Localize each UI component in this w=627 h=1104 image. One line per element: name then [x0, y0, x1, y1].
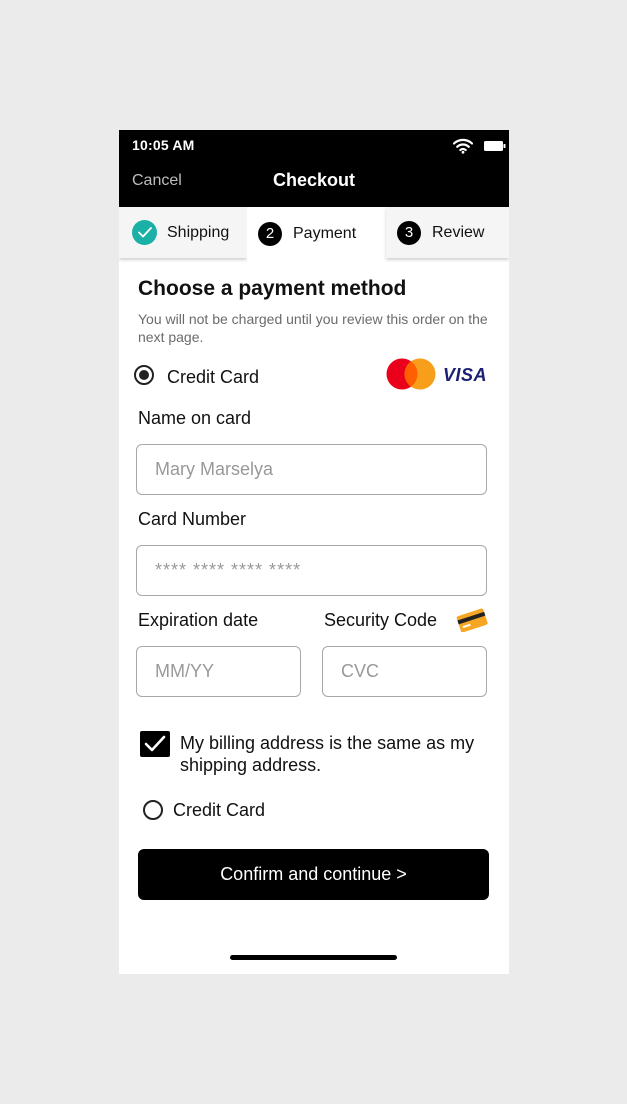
- billing-same-checkbox[interactable]: [140, 731, 170, 757]
- step-label: Shipping: [167, 223, 230, 241]
- check-icon: [144, 735, 166, 752]
- credit-card-radio[interactable]: [134, 365, 154, 385]
- security-code-label: Security Code: [324, 610, 438, 630]
- mastercard-logo-icon: [386, 358, 436, 390]
- step-shipping[interactable]: Shipping: [119, 207, 247, 258]
- home-indicator: [230, 955, 397, 960]
- billing-same-label[interactable]: My billing address is the same as my shi…: [180, 732, 490, 776]
- section-subtext: You will not be charged until you review…: [138, 311, 488, 345]
- visa-logo: VISA: [443, 365, 488, 385]
- name-on-card-input[interactable]: [136, 444, 487, 495]
- security-code-input[interactable]: [322, 646, 487, 697]
- card-number-label: Card Number: [138, 509, 247, 529]
- credit-card-radio-label[interactable]: Credit Card: [167, 367, 259, 388]
- alt-credit-card-radio-label[interactable]: Credit Card: [173, 800, 265, 821]
- wifi-icon: [453, 138, 473, 154]
- step-number: 2: [258, 221, 282, 246]
- name-on-card-label: Name on card: [138, 408, 252, 428]
- phone-screen: 10:05 AM Cancel Checkout Shipping 2 Paym…: [119, 130, 509, 974]
- credit-card-icon: [456, 608, 488, 632]
- page-title: Checkout: [272, 170, 355, 190]
- battery-icon: [484, 141, 506, 151]
- step-payment[interactable]: 2 Payment: [247, 207, 386, 260]
- checkout-steps: Shipping 2 Payment 3 Review: [119, 207, 509, 260]
- step-label: Payment: [293, 224, 357, 242]
- expiration-date-input[interactable]: [136, 646, 301, 697]
- card-number-input[interactable]: [136, 545, 487, 596]
- status-time: 10:05 AM: [132, 137, 195, 153]
- step-review[interactable]: 3 Review: [386, 207, 509, 258]
- expiration-date-label: Expiration date: [138, 610, 259, 630]
- checkout-header: 10:05 AM Cancel Checkout: [119, 130, 509, 207]
- alt-credit-card-radio[interactable]: [143, 800, 163, 820]
- confirm-continue-button[interactable]: Confirm and continue >: [138, 849, 489, 900]
- section-heading: Choose a payment method: [138, 277, 407, 300]
- check-icon: [132, 220, 157, 245]
- step-number: 3: [397, 220, 421, 245]
- step-label: Review: [432, 223, 485, 241]
